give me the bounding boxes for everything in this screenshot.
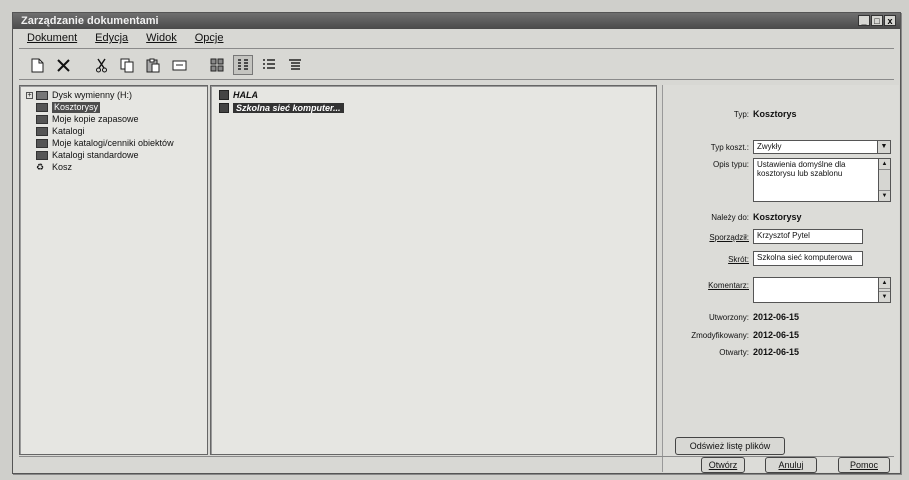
typ-label: Typ: [733, 110, 749, 119]
properties-panel: Typ: Kosztorys Typ koszt.: Zwykły ▼ Opis… [662, 85, 899, 472]
menu-bar: Dokument Edycja Widok Opcje [13, 30, 900, 46]
help-button[interactable]: Pomoc [838, 457, 890, 473]
utworzony-value: 2012-06-15 [753, 312, 800, 322]
sporzadzil-field[interactable]: Krzysztof Pytel [753, 229, 863, 244]
folder-icon [36, 139, 48, 148]
chevron-down-icon[interactable]: ▼ [877, 141, 890, 153]
menu-widok[interactable]: Widok [146, 30, 177, 46]
file-item-szkolna[interactable]: Szkolna sieć komputer... [219, 103, 344, 113]
refresh-file-list-button[interactable]: Odśwież listę plików [675, 437, 785, 455]
document-icon [219, 103, 229, 113]
menu-edycja[interactable]: Edycja [95, 30, 128, 46]
zmodyfikowany-value: 2012-06-15 [753, 330, 800, 340]
scroll-down-icon[interactable]: ▼ [879, 291, 890, 302]
expand-icon[interactable]: + [26, 92, 33, 99]
menu-opcje[interactable]: Opcje [195, 30, 224, 46]
file-item-hala[interactable]: HALA [219, 90, 258, 100]
komentarz-label: Komentarz: [708, 281, 749, 290]
nalezy-value: Kosztorysy [753, 212, 802, 222]
tree-item-katalogi[interactable]: Katalogi [36, 126, 85, 137]
tree-item-dysk[interactable]: + Dysk wymienny (H:) [26, 90, 132, 101]
list-view-icon[interactable] [259, 55, 279, 75]
skrot-field[interactable]: Szkolna sieć komputerowa [753, 251, 863, 266]
new-icon[interactable] [27, 55, 47, 75]
tree-item-kopie[interactable]: Moje kopie zapasowe [36, 114, 139, 125]
toolbar [27, 54, 305, 76]
details-view-icon[interactable] [285, 55, 305, 75]
large-icons-icon[interactable] [207, 55, 227, 75]
bottom-separator [19, 456, 894, 457]
zmodyfikowany-label: Zmodyfikowany: [691, 331, 749, 340]
scrollbar[interactable]: ▲ ▼ [878, 159, 890, 201]
utworzony-label: Utworzony: [708, 313, 749, 322]
minimize-button[interactable]: _ [858, 15, 870, 26]
menu-separator [19, 48, 894, 49]
typ-value: Kosztorys [753, 109, 797, 119]
tree-item-kosztorysy[interactable]: Kosztorysy [36, 102, 101, 113]
folder-icon [36, 115, 48, 124]
skrot-label: Skrót: [728, 255, 749, 264]
delete-icon[interactable] [53, 55, 73, 75]
small-icons-icon[interactable] [233, 55, 253, 75]
scroll-up-icon[interactable]: ▲ [879, 159, 890, 170]
folder-icon [36, 103, 48, 112]
rename-icon[interactable] [169, 55, 189, 75]
tree-item-kosz[interactable]: ♻ Kosz [36, 162, 72, 173]
sporzadzil-label: Sporządził: [709, 233, 749, 242]
menu-dokument[interactable]: Dokument [27, 30, 77, 46]
folder-icon [36, 127, 48, 136]
maximize-button[interactable]: □ [871, 15, 883, 26]
paste-icon[interactable] [143, 55, 163, 75]
typ-koszt-select[interactable]: Zwykły ▼ [753, 140, 891, 154]
otwarty-label: Otwarty: [719, 348, 749, 357]
window-title: Zarządzanie dokumentami [21, 15, 159, 27]
drive-icon [36, 91, 48, 100]
close-button[interactable]: x [884, 15, 896, 26]
typ-koszt-label: Typ koszt.: [710, 143, 749, 152]
title-bar[interactable]: Zarządzanie dokumentami _ □ x [13, 13, 900, 29]
opis-label: Opis typu: [712, 160, 749, 169]
nalezy-label: Należy do: [711, 213, 749, 222]
cancel-button[interactable]: Anuluj [765, 457, 817, 473]
cut-icon[interactable] [91, 55, 111, 75]
tree-item-katalogi-standardowe[interactable]: Katalogi standardowe [36, 150, 139, 161]
opis-textarea[interactable]: Ustawienia domyślne dla kosztorysu lub s… [753, 158, 891, 202]
folder-tree[interactable]: + Dysk wymienny (H:) Kosztorysy Moje kop… [19, 85, 208, 455]
otwarty-value: 2012-06-15 [753, 347, 800, 357]
tree-item-moje-katalogi[interactable]: Moje katalogi/cenniki obiektów [36, 138, 174, 149]
toolbar-separator [19, 79, 894, 80]
recycle-bin-icon: ♻ [36, 162, 45, 172]
komentarz-field[interactable]: ▲ ▼ [753, 277, 891, 303]
document-icon [219, 90, 229, 100]
scroll-down-icon[interactable]: ▼ [879, 190, 890, 201]
file-list[interactable]: HALA Szkolna sieć komputer... [210, 85, 657, 455]
scrollbar[interactable]: ▲ ▼ [878, 278, 890, 302]
folder-icon [36, 151, 48, 160]
document-manager-window: Zarządzanie dokumentami _ □ x Dokument E… [12, 12, 901, 474]
scroll-up-icon[interactable]: ▲ [879, 278, 890, 289]
copy-icon[interactable] [117, 55, 137, 75]
open-button[interactable]: Otwórz [701, 457, 745, 473]
